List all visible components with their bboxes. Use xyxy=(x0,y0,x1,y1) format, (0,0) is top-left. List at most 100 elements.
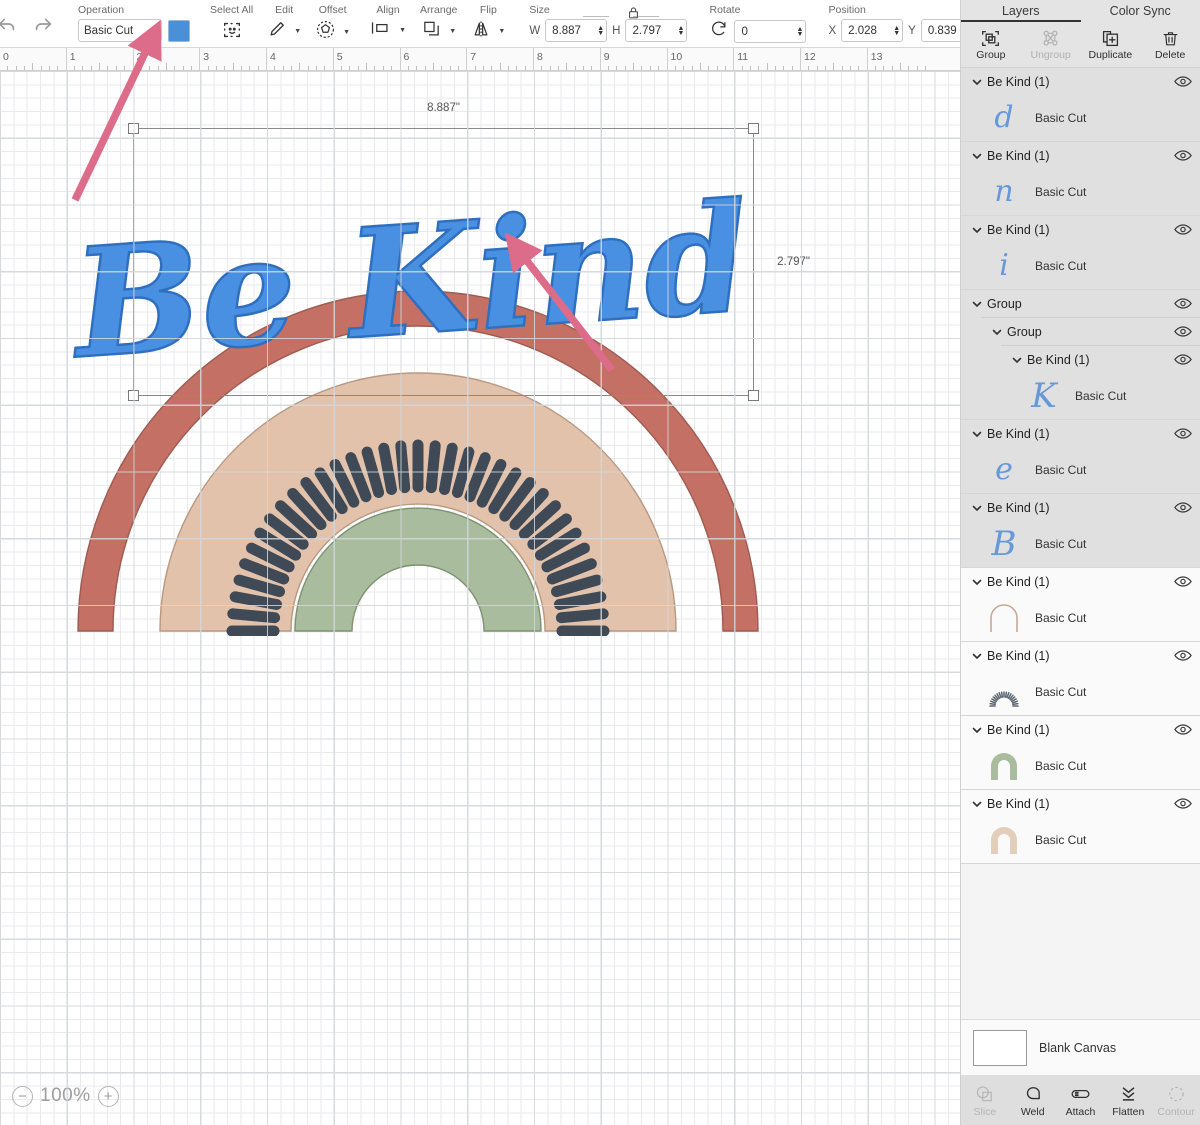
chevron-down-icon[interactable] xyxy=(1011,354,1027,366)
layer-content[interactable]: d Basic Cut xyxy=(961,95,1200,141)
undo-arrow-icon[interactable] xyxy=(0,13,18,35)
visibility-eye-icon[interactable] xyxy=(1174,427,1192,441)
layer-thumbnail-letter[interactable]: K xyxy=(1023,376,1065,416)
layer-content[interactable]: Basic Cut xyxy=(961,669,1200,715)
layer-thumbnail-arc-tan[interactable] xyxy=(983,820,1025,860)
layer-header[interactable]: Be Kind (1) xyxy=(961,346,1200,373)
chevron-down-icon[interactable] xyxy=(971,150,987,162)
height-stepper[interactable]: ▲ ▼ xyxy=(675,25,685,37)
width-input[interactable]: 8.887 ▲ ▼ xyxy=(545,19,608,42)
layer-header[interactable]: Be Kind (1) xyxy=(961,494,1200,521)
layer-thumbnail-letter[interactable]: n xyxy=(983,172,1025,212)
layer-content[interactable]: i Basic Cut xyxy=(961,243,1200,289)
layer-header[interactable]: Be Kind (1) xyxy=(961,142,1200,169)
chevron-down-icon[interactable] xyxy=(971,76,987,88)
chevron-down-icon[interactable] xyxy=(971,724,987,736)
layer-content[interactable]: Basic Cut xyxy=(961,817,1200,863)
layer-row[interactable]: Group xyxy=(961,290,1200,318)
chevron-down-icon[interactable] xyxy=(971,798,987,810)
rotate-icon[interactable] xyxy=(709,19,729,44)
x-input[interactable]: 2.028 ▲ ▼ xyxy=(841,19,904,42)
chevron-down-icon[interactable] xyxy=(971,576,987,588)
layer-row[interactable]: Be Kind (1) d Basic Cut xyxy=(961,68,1200,142)
zoom-in-icon[interactable]: + xyxy=(97,1085,119,1107)
layer-row[interactable]: Be Kind (1) Basic Cut xyxy=(961,790,1200,864)
layer-header[interactable]: Be Kind (1) xyxy=(961,642,1200,669)
layer-thumbnail-letter[interactable]: i xyxy=(983,246,1025,286)
blank-canvas-thumbnail[interactable] xyxy=(973,1029,1027,1066)
rotate-input[interactable]: 0 ▲ ▼ xyxy=(734,20,807,43)
arrange-icon[interactable] xyxy=(421,19,442,44)
layer-content[interactable]: n Basic Cut xyxy=(961,169,1200,215)
offset-chevron-down-icon[interactable]: ▼ xyxy=(343,29,350,36)
weld-button[interactable]: Weld xyxy=(1009,1083,1057,1118)
layer-header[interactable]: Be Kind (1) xyxy=(961,790,1200,817)
chevron-down-icon[interactable] xyxy=(991,326,1007,338)
resize-handle-bottom-left[interactable] xyxy=(128,390,139,401)
chevron-down-icon[interactable] xyxy=(971,428,987,440)
layer-content[interactable]: Basic Cut xyxy=(961,743,1200,789)
flip-chevron-down-icon[interactable]: ▼ xyxy=(498,28,505,35)
layer-group-header[interactable]: Group xyxy=(961,318,1200,345)
flatten-button[interactable]: Flatten xyxy=(1104,1083,1152,1118)
chevron-down-icon[interactable] xyxy=(971,224,987,236)
align-icon[interactable] xyxy=(370,19,392,42)
visibility-eye-icon[interactable] xyxy=(1174,723,1192,737)
layer-content[interactable]: e Basic Cut xyxy=(961,447,1200,493)
ungroup-button[interactable]: Ungroup xyxy=(1021,22,1081,67)
zoom-control[interactable]: − 100% + xyxy=(12,1085,119,1107)
visibility-eye-icon[interactable] xyxy=(1174,149,1192,163)
redo-arrow-icon[interactable] xyxy=(32,13,54,35)
width-stepper[interactable]: ▲ ▼ xyxy=(594,25,604,37)
offset-icon[interactable] xyxy=(315,19,336,45)
blank-canvas-row[interactable]: Blank Canvas xyxy=(961,1019,1200,1075)
layers-list[interactable]: Be Kind (1) d Basic Cut Be Kind (1) n Basic C… xyxy=(961,68,1200,1019)
pencil-icon[interactable] xyxy=(267,19,287,44)
visibility-eye-icon[interactable] xyxy=(1174,797,1192,811)
edit-chevron-down-icon[interactable]: ▼ xyxy=(294,28,301,35)
layer-row[interactable]: Be Kind (1) K Basic Cut xyxy=(961,346,1200,420)
layer-header[interactable]: Be Kind (1) xyxy=(961,716,1200,743)
layer-row[interactable]: Be Kind (1) B Basic Cut xyxy=(961,494,1200,568)
layer-thumbnail-letter[interactable]: d xyxy=(983,98,1025,138)
group-button[interactable]: Group xyxy=(961,22,1021,67)
slice-button[interactable]: Slice xyxy=(961,1083,1009,1118)
layer-row[interactable]: Group xyxy=(961,318,1200,346)
flip-icon[interactable] xyxy=(471,19,491,44)
chevron-down-icon[interactable] xyxy=(971,502,987,514)
contour-button[interactable]: Contour xyxy=(1152,1083,1200,1118)
x-stepper[interactable]: ▲ ▼ xyxy=(890,25,900,37)
visibility-eye-icon[interactable] xyxy=(1174,75,1192,89)
visibility-eye-icon[interactable] xyxy=(1174,575,1192,589)
layer-thumbnail-letter[interactable]: B xyxy=(983,524,1025,564)
attach-button[interactable]: Attach xyxy=(1057,1083,1105,1118)
visibility-eye-icon[interactable] xyxy=(1174,325,1192,339)
layer-row[interactable]: Be Kind (1) e Basic Cut xyxy=(961,420,1200,494)
tab-layers[interactable]: Layers xyxy=(961,0,1081,22)
tab-color-sync[interactable]: Color Sync xyxy=(1081,0,1200,22)
layer-thumbnail-letter[interactable]: e xyxy=(983,450,1025,490)
operation-select[interactable]: Basic Cut ▼ xyxy=(78,19,162,42)
selection-bounding-box[interactable]: 8.887" 2.797" xyxy=(128,102,810,401)
visibility-eye-icon[interactable] xyxy=(1174,353,1192,367)
layer-group-header[interactable]: Group xyxy=(961,290,1200,317)
layer-thumbnail-arc-sage[interactable] xyxy=(983,746,1025,786)
layer-row[interactable]: Be Kind (1) Basic Cut xyxy=(961,716,1200,790)
layer-row[interactable]: Be Kind (1) i Basic Cut xyxy=(961,216,1200,290)
layer-header[interactable]: Be Kind (1) xyxy=(961,68,1200,95)
chevron-down-icon[interactable] xyxy=(971,298,987,310)
resize-handle-top-left[interactable] xyxy=(128,123,139,134)
layer-header[interactable]: Be Kind (1) xyxy=(961,216,1200,243)
layer-row[interactable]: Be Kind (1) n Basic Cut xyxy=(961,142,1200,216)
align-chevron-down-icon[interactable]: ▼ xyxy=(399,27,406,34)
visibility-eye-icon[interactable] xyxy=(1174,501,1192,515)
horizontal-ruler[interactable]: 0 1 2 3 4 5 6 7 8 9 10 11 12 13 xyxy=(0,48,960,71)
resize-handle-top-right[interactable] xyxy=(748,123,759,134)
color-swatch[interactable] xyxy=(168,19,190,42)
layer-header[interactable]: Be Kind (1) xyxy=(961,568,1200,595)
design-canvas[interactable]: Be Kind 8.887" 2.797" − 100% + xyxy=(0,71,960,1125)
rotate-stepper[interactable]: ▲ ▼ xyxy=(794,26,804,38)
visibility-eye-icon[interactable] xyxy=(1174,297,1192,311)
layer-thumbnail-arc-outline[interactable] xyxy=(983,598,1025,638)
layer-row[interactable]: Be Kind (1) Basic Cut xyxy=(961,568,1200,642)
